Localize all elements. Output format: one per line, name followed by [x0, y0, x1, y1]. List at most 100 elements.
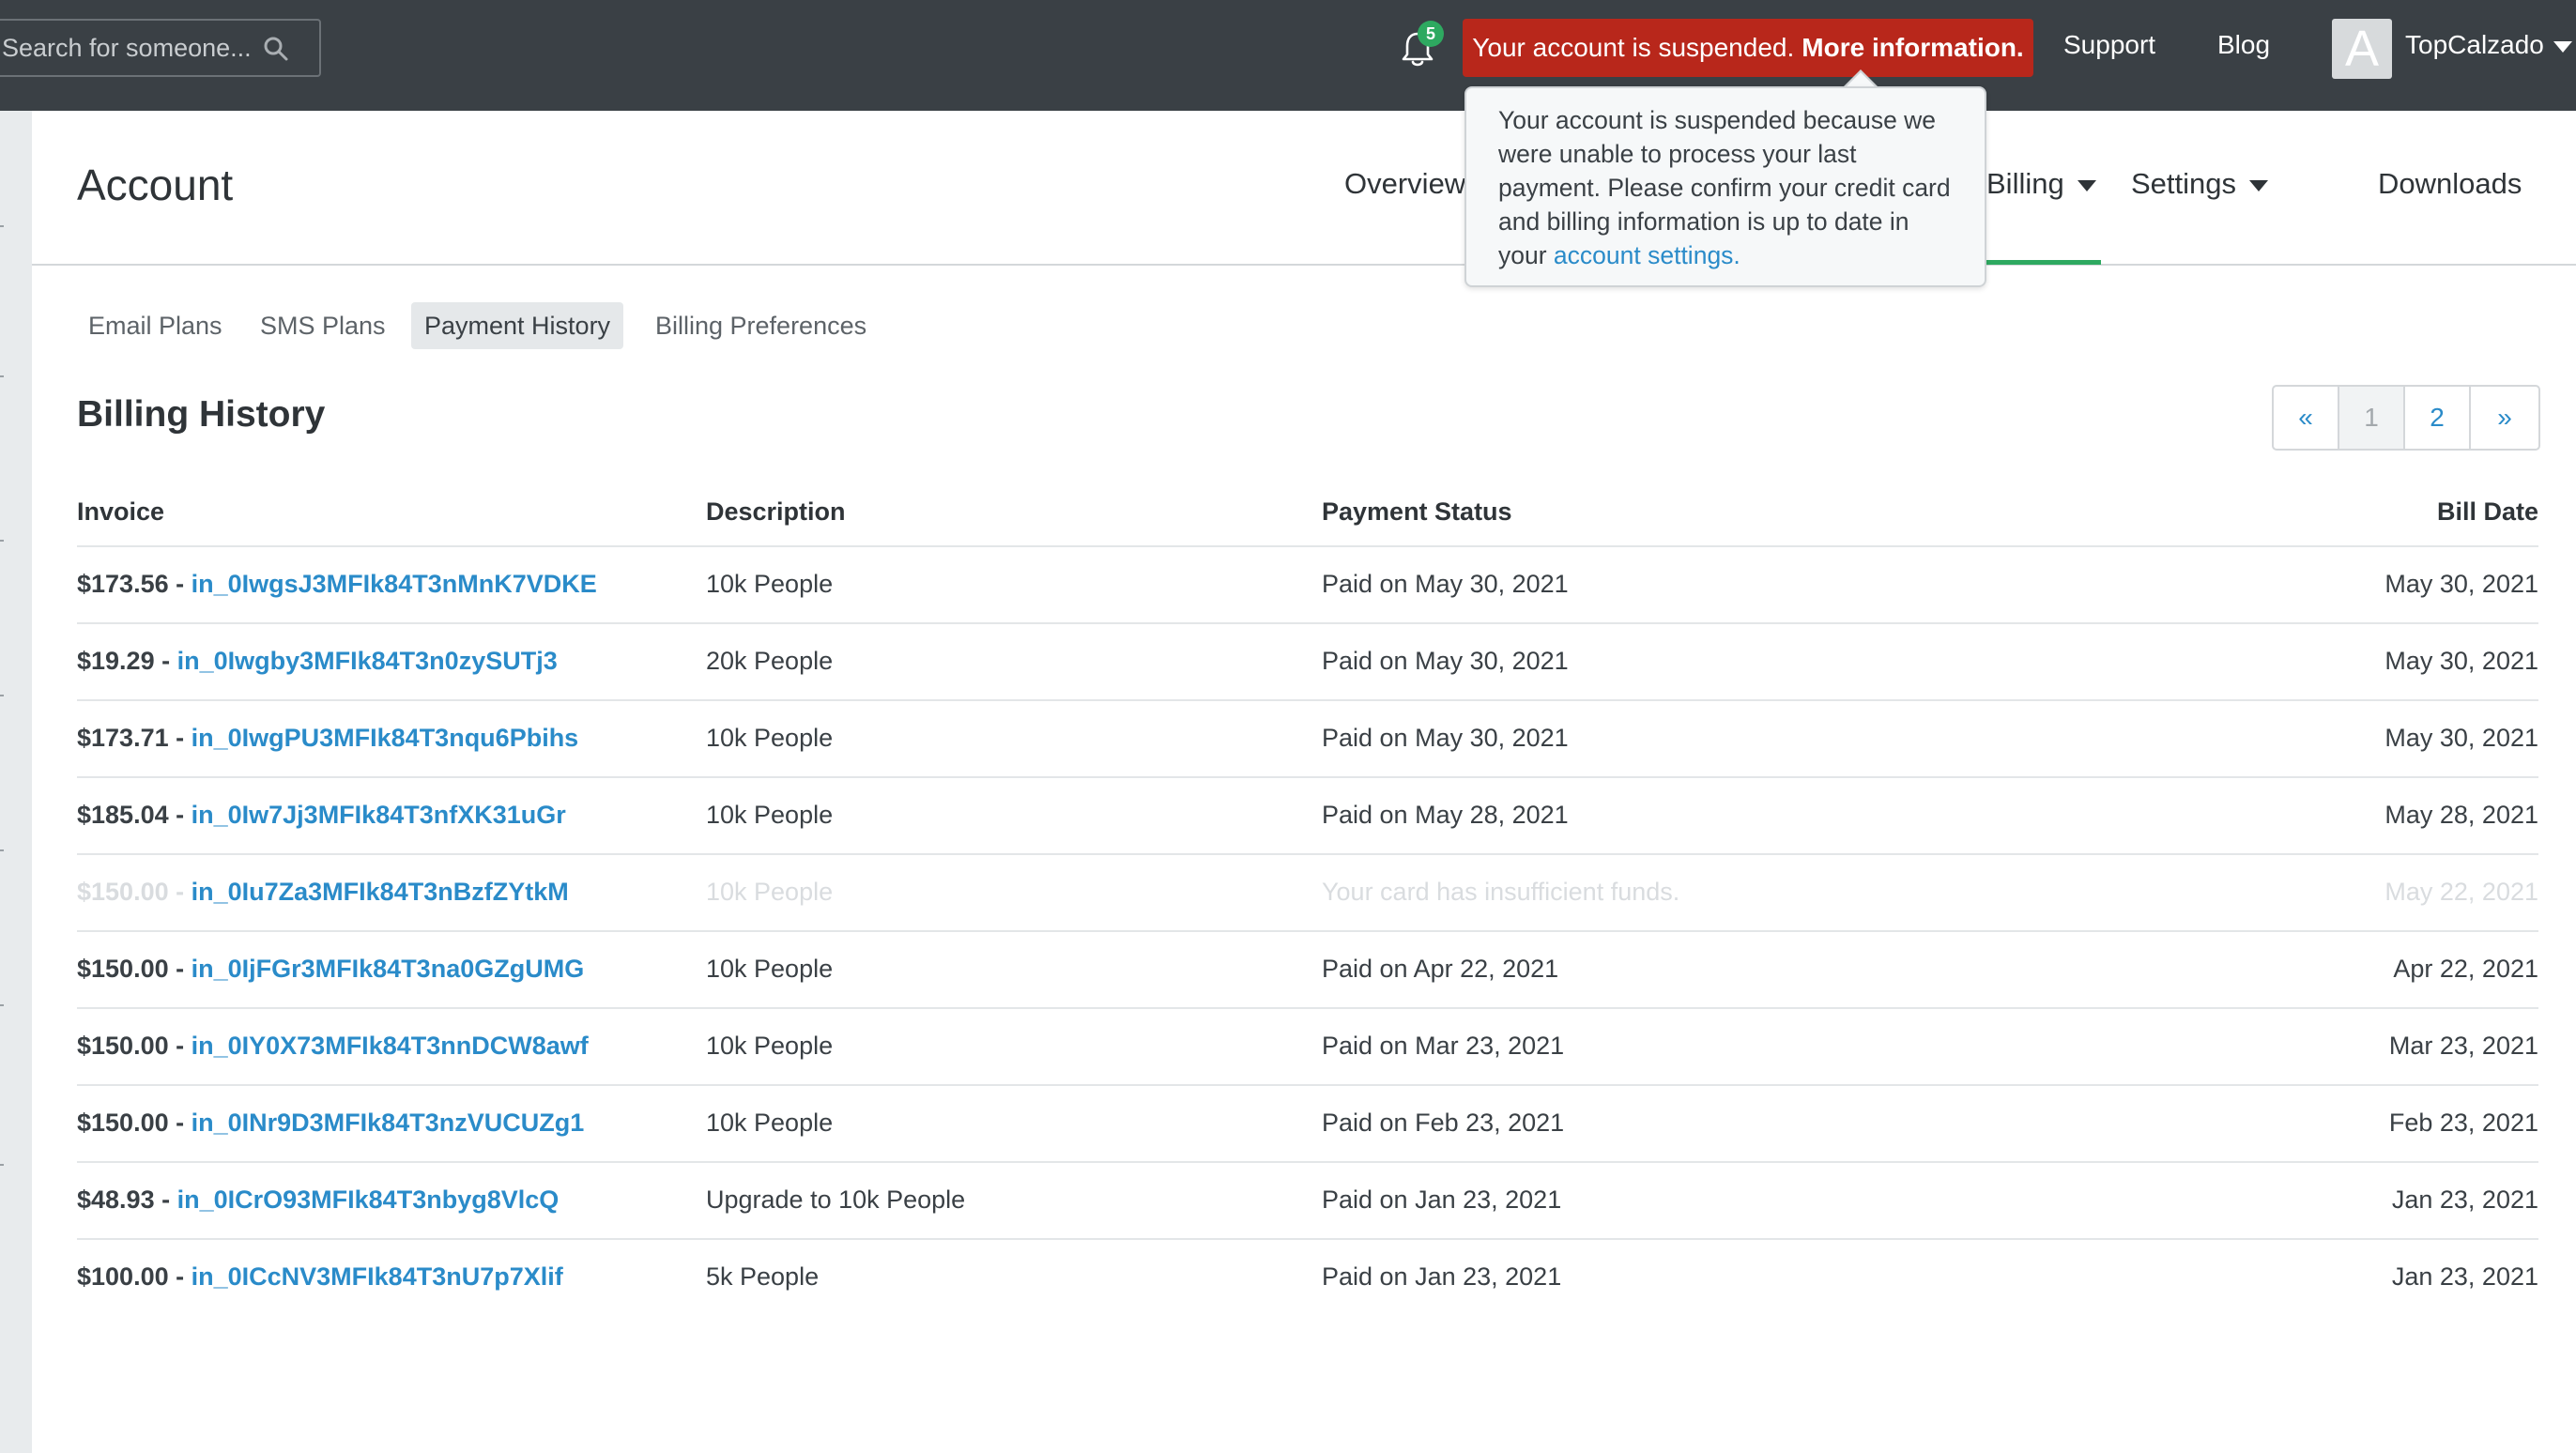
- description-cell: 10k People: [706, 801, 834, 829]
- invoice-link[interactable]: in_0Iw7Jj3MFIk84T3nfXK31uGr: [192, 801, 566, 829]
- table-row: $100.00 - in_0ICcNV3MFIk84T3nU7p7Xlif 5k…: [77, 1238, 2538, 1317]
- subtab-email-plans[interactable]: Email Plans: [88, 302, 222, 349]
- alert-text: Your account is suspended.: [1472, 33, 1795, 62]
- sidebar-tick: [0, 375, 4, 377]
- pager-page-1[interactable]: 1: [2339, 387, 2405, 449]
- invoice-amount: $150.00: [77, 878, 169, 906]
- payment-status-cell: Paid on May 30, 2021: [1322, 570, 1569, 598]
- invoice-cell: $150.00 - in_0Iu7Za3MFIk84T3nBzfZYtkM: [77, 878, 569, 906]
- invoice-amount: $173.56: [77, 570, 169, 598]
- bill-date-cell: Mar 23, 2021: [2388, 1032, 2538, 1060]
- bill-date-cell: May 30, 2021: [2384, 724, 2538, 752]
- invoice-link[interactable]: in_0IjFGr3MFIk84T3na0GZgUMG: [192, 955, 585, 983]
- table-row: $185.04 - in_0Iw7Jj3MFIk84T3nfXK31uGr 10…: [77, 776, 2538, 855]
- invoice-amount: $19.29: [77, 647, 155, 675]
- invoice-cell: $173.71 - in_0IwgPU3MFIk84T3nqu6Pbihs: [77, 724, 579, 752]
- invoice-cell: $173.56 - in_0IwgsJ3MFIk84T3nMnK7VDKE: [77, 570, 597, 598]
- pager-page-2[interactable]: 2: [2405, 387, 2471, 449]
- invoice-link[interactable]: in_0ICcNV3MFIk84T3nU7p7Xlif: [192, 1262, 563, 1291]
- avatar[interactable]: A: [2332, 19, 2392, 79]
- chevron-down-icon[interactable]: [2077, 179, 2096, 191]
- sidebar-tick: [0, 849, 4, 851]
- account-suspended-banner[interactable]: Your account is suspended. More informat…: [1463, 19, 2033, 77]
- invoice-cell: $150.00 - in_0INr9D3MFIk84T3nzVUCUZg1: [77, 1109, 585, 1137]
- payment-status-cell: Paid on Feb 23, 2021: [1322, 1109, 1565, 1137]
- chevron-down-icon[interactable]: [2553, 41, 2572, 53]
- tab-settings[interactable]: Settings: [2131, 167, 2269, 201]
- invoice-amount: $100.00: [77, 1262, 169, 1291]
- invoice-cell: $150.00 - in_0IjFGr3MFIk84T3na0GZgUMG: [77, 955, 585, 983]
- invoice-amount: $173.71: [77, 724, 169, 752]
- payment-status-cell: Paid on Mar 23, 2021: [1322, 1032, 1565, 1060]
- invoice-link[interactable]: in_0Iwgby3MFIk84T3n0zySUTj3: [177, 647, 558, 675]
- payment-status-cell: Paid on Jan 23, 2021: [1322, 1185, 1562, 1214]
- invoice-cell: $150.00 - in_0IY0X73MFIk84T3nnDCW8awf: [77, 1032, 589, 1060]
- bill-date-cell: Jan 23, 2021: [2391, 1262, 2538, 1291]
- invoice-cell: $100.00 - in_0ICcNV3MFIk84T3nU7p7Xlif: [77, 1262, 563, 1291]
- invoice-link[interactable]: in_0INr9D3MFIk84T3nzVUCUZg1: [192, 1109, 585, 1137]
- header-divider: [32, 264, 2576, 266]
- description-cell: 5k People: [706, 1262, 820, 1291]
- sidebar-tick: [0, 1164, 4, 1166]
- top-bar: 5 Your account is suspended. More inform…: [0, 0, 2576, 111]
- invoice-cell: $48.93 - in_0ICrO93MFIk84T3nbyg8VlcQ: [77, 1185, 560, 1214]
- pager-next[interactable]: »: [2471, 387, 2538, 449]
- bill-date-cell: May 28, 2021: [2384, 801, 2538, 829]
- payment-status-cell: Paid on Jan 23, 2021: [1322, 1262, 1562, 1291]
- support-link[interactable]: Support: [2063, 30, 2155, 60]
- payment-status-cell: Paid on May 30, 2021: [1322, 647, 1569, 675]
- sidebar-tick: [0, 540, 4, 542]
- tab-billing[interactable]: Billing: [1986, 167, 2096, 201]
- payment-status-cell: Paid on Apr 22, 2021: [1322, 955, 1559, 983]
- search-icon[interactable]: [263, 36, 289, 62]
- notification-badge: 5: [1418, 21, 1444, 47]
- subtab-sms-plans[interactable]: SMS Plans: [260, 302, 386, 349]
- tab-billing-label: Billing: [1986, 167, 2064, 200]
- payment-status-cell: Paid on May 30, 2021: [1322, 724, 1569, 752]
- invoice-link[interactable]: in_0IY0X73MFIk84T3nnDCW8awf: [192, 1032, 589, 1060]
- column-header-bill-date: Bill Date: [2436, 497, 2538, 526]
- table-row: $150.00 - in_0Iu7Za3MFIk84T3nBzfZYtkM 10…: [77, 853, 2538, 932]
- search-box[interactable]: [0, 19, 321, 77]
- suspension-tooltip: Your account is suspended because we wer…: [1464, 86, 1986, 287]
- invoice-link[interactable]: in_0IwgPU3MFIk84T3nqu6Pbihs: [192, 724, 579, 752]
- invoice-link[interactable]: in_0ICrO93MFIk84T3nbyg8VlcQ: [177, 1185, 560, 1214]
- sidebar-tick: [0, 1004, 4, 1006]
- table-row: $150.00 - in_0INr9D3MFIk84T3nzVUCUZg1 10…: [77, 1084, 2538, 1163]
- invoice-amount: $185.04: [77, 801, 169, 829]
- subtab-payment-history[interactable]: Payment History: [411, 302, 624, 349]
- blog-link[interactable]: Blog: [2217, 30, 2270, 60]
- description-cell: 10k People: [706, 570, 834, 598]
- more-information-link[interactable]: More information.: [1802, 33, 2023, 63]
- invoice-amount: $150.00: [77, 1109, 169, 1137]
- tab-downloads[interactable]: Downloads: [2378, 167, 2522, 201]
- description-cell: Upgrade to 10k People: [706, 1185, 966, 1214]
- payment-status-cell: Your card has insufficient funds.: [1322, 878, 1680, 906]
- description-cell: 10k People: [706, 1032, 834, 1060]
- description-cell: 10k People: [706, 955, 834, 983]
- tab-overview[interactable]: Overview: [1344, 167, 1465, 201]
- tab-settings-label: Settings: [2131, 167, 2237, 200]
- sidebar-tick: [0, 695, 4, 696]
- table-row: $48.93 - in_0ICrO93MFIk84T3nbyg8VlcQ Upg…: [77, 1161, 2538, 1240]
- table-row: $19.29 - in_0Iwgby3MFIk84T3n0zySUTj3 20k…: [77, 622, 2538, 701]
- table-row: $173.71 - in_0IwgPU3MFIk84T3nqu6Pbihs 10…: [77, 699, 2538, 778]
- subtab-billing-preferences[interactable]: Billing Preferences: [655, 302, 866, 349]
- chevron-down-icon[interactable]: [2249, 179, 2269, 191]
- pager-prev[interactable]: «: [2274, 387, 2339, 449]
- column-header-invoice: Invoice: [77, 497, 165, 526]
- account-settings-link[interactable]: account settings.: [1554, 241, 1740, 269]
- bill-date-cell: May 30, 2021: [2384, 570, 2538, 598]
- sidebar-tick: [0, 225, 4, 227]
- section-title: Billing History: [77, 394, 326, 435]
- invoice-amount: $48.93: [77, 1185, 155, 1214]
- description-cell: 10k People: [706, 1109, 834, 1137]
- invoice-link[interactable]: in_0IwgsJ3MFIk84T3nMnK7VDKE: [192, 570, 597, 598]
- page-title: Account: [77, 161, 234, 209]
- invoice-cell: $19.29 - in_0Iwgby3MFIk84T3n0zySUTj3: [77, 647, 558, 675]
- username[interactable]: TopCalzado: [2405, 30, 2544, 60]
- invoice-link[interactable]: in_0Iu7Za3MFIk84T3nBzfZYtkM: [192, 878, 569, 906]
- left-sidebar-edge: [0, 111, 32, 1453]
- search-input[interactable]: [0, 21, 274, 75]
- table-row: $150.00 - in_0IjFGr3MFIk84T3na0GZgUMG 10…: [77, 930, 2538, 1009]
